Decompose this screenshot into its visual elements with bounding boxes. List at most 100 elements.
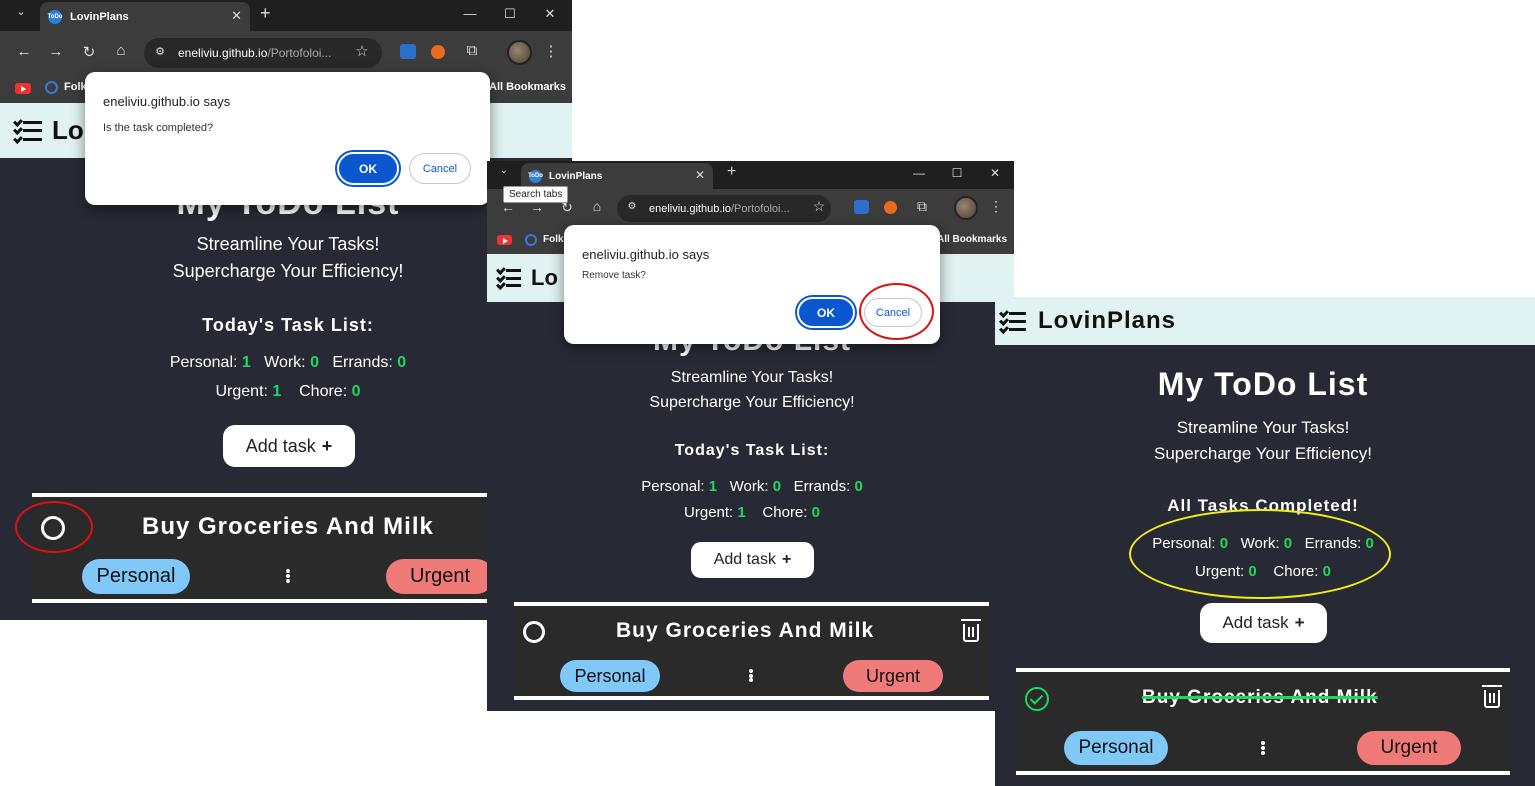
tag-urgent[interactable]: Urgent (843, 660, 943, 692)
add-task-button[interactable]: Add task + (223, 425, 355, 467)
home-icon[interactable]: ⌂ (111, 42, 131, 59)
star-icon[interactable]: ☆ (352, 42, 372, 60)
site-settings-icon[interactable]: ⚙ (625, 201, 639, 212)
search-tabs-tooltip: Search tabs (503, 186, 569, 203)
minimize-icon[interactable]: — (450, 6, 490, 22)
cancel-button[interactable]: Cancel (409, 153, 471, 184)
ok-button[interactable]: OK (337, 152, 399, 185)
subtitle-line2: Supercharge Your Efficiency! (1154, 444, 1372, 463)
category-counts-row2: Urgent: 1 Chore: 0 (487, 504, 1014, 521)
personal-label: Personal: (169, 354, 238, 371)
work-label: Work: (729, 478, 769, 495)
address-bar[interactable]: eneliviu.github.io/Portofoloi... (144, 38, 382, 68)
chore-label: Chore: (762, 504, 808, 521)
browser-tab[interactable]: ToDo LovinPlans ✕ (40, 2, 250, 31)
profile-avatar[interactable] (954, 196, 978, 220)
task-list-title: Today's Task List: (674, 442, 830, 459)
personal-count: 1 (241, 354, 251, 371)
profile-avatar[interactable] (507, 40, 532, 65)
trash-icon[interactable] (961, 619, 981, 642)
tag-personal[interactable]: Personal (82, 559, 190, 594)
more-options-icon[interactable] (286, 569, 290, 583)
urgent-label: Urgent: (684, 504, 734, 521)
task-title: Buy Groceries And Milk (1142, 687, 1378, 708)
minimize-icon[interactable]: — (900, 166, 938, 180)
close-icon[interactable]: ✕ (231, 8, 242, 24)
plus-icon: + (781, 551, 792, 568)
brave-extension-icon[interactable] (431, 45, 445, 59)
extension-icon[interactable] (854, 200, 869, 214)
url-domain: eneliviu.github.io (649, 202, 731, 215)
add-task-button[interactable]: Add task + (1200, 603, 1327, 643)
category-counts-row1: Personal: 1 Work: 0 Errands: 0 (487, 478, 1014, 495)
work-count: 0 (772, 478, 782, 495)
all-bookmarks[interactable]: All Bookmarks (937, 234, 1007, 245)
close-icon[interactable]: ✕ (695, 168, 705, 182)
add-task-label: Add task (1222, 613, 1289, 632)
plus-icon: + (1294, 613, 1305, 632)
chevron-down-icon[interactable]: ⌄ (495, 165, 513, 176)
tag-personal[interactable]: Personal (560, 660, 660, 692)
bookmark-folk[interactable]: Folk (543, 234, 564, 245)
app-header: LovinPlans (995, 297, 1535, 345)
tab-title: LovinPlans (70, 10, 129, 23)
brand-name: LovinPlans (1038, 307, 1177, 334)
home-icon[interactable]: ⌂ (588, 198, 606, 214)
favicon-icon: ToDo (528, 169, 543, 183)
chore-count: 0 (351, 383, 361, 400)
ok-button[interactable]: OK (797, 297, 855, 328)
puzzle-icon[interactable]: ⧉ (913, 198, 931, 215)
chevron-down-icon[interactable]: ⌄ (10, 5, 32, 18)
errands-count: 0 (397, 354, 407, 371)
window-controls: — ☐ ✕ (900, 166, 1014, 180)
window-controls: — ☐ ✕ (450, 6, 570, 22)
address-bar[interactable]: eneliviu.github.io/Portofoloi... (617, 195, 831, 222)
tag-urgent[interactable]: Urgent (1357, 731, 1461, 765)
youtube-icon[interactable] (497, 235, 512, 245)
maximize-icon[interactable]: ☐ (938, 166, 976, 180)
tag-personal[interactable]: Personal (1064, 731, 1168, 765)
new-tab-icon[interactable]: + (260, 3, 271, 24)
errands-count: 0 (854, 478, 863, 495)
completed-check-icon[interactable] (1025, 687, 1049, 711)
star-icon[interactable]: ☆ (810, 198, 828, 215)
add-task-label: Add task (245, 435, 316, 456)
personal-label: Personal: (641, 478, 705, 495)
work-label: Work: (264, 354, 306, 371)
confirm-dialog: eneliviu.github.io says Is the task comp… (85, 72, 490, 205)
maximize-icon[interactable]: ☐ (490, 6, 530, 22)
tag-urgent[interactable]: Urgent (386, 559, 494, 594)
close-window-icon[interactable]: ✕ (530, 6, 570, 22)
dialog-message: Is the task completed? (103, 122, 214, 134)
close-window-icon[interactable]: ✕ (976, 166, 1014, 180)
puzzle-icon[interactable]: ⧉ (462, 42, 482, 59)
new-tab-icon[interactable]: + (727, 163, 736, 181)
work-count: 0 (310, 354, 319, 371)
task-card: Buy Groceries And Milk Personal Urgent (1016, 668, 1510, 775)
back-icon[interactable]: ← (14, 43, 34, 60)
highlight-ring (1129, 509, 1391, 599)
screenshot-task-completed: LovinPlans My ToDo List Streamline Your … (995, 297, 1535, 786)
trash-icon[interactable] (1482, 685, 1502, 708)
youtube-icon[interactable] (15, 83, 31, 94)
bookmark-folk[interactable]: Folk (64, 81, 87, 93)
chore-label: Chore: (299, 383, 348, 400)
forward-icon[interactable]: → (46, 43, 66, 60)
complete-toggle-icon[interactable] (523, 621, 545, 643)
brand-name: Lo (531, 265, 558, 290)
brand-name: Lo (52, 115, 84, 145)
menu-dots-icon[interactable]: ⋮ (543, 42, 559, 60)
all-bookmarks[interactable]: All Bookmarks (489, 81, 566, 93)
add-task-button[interactable]: Add task + (691, 542, 814, 578)
list-check-icon (14, 120, 42, 141)
more-options-icon[interactable] (1261, 741, 1265, 755)
highlight-ring (859, 283, 934, 340)
menu-dots-icon[interactable]: ⋮ (989, 198, 1003, 215)
url-path: /Portofoloi... (730, 202, 790, 215)
reload-icon[interactable]: ↻ (79, 43, 99, 61)
urgent-count: 1 (737, 504, 746, 521)
extension-icon[interactable] (400, 44, 416, 59)
more-options-icon[interactable] (749, 669, 753, 682)
site-settings-icon[interactable]: ⚙ (152, 45, 168, 58)
brave-extension-icon[interactable] (884, 201, 897, 214)
